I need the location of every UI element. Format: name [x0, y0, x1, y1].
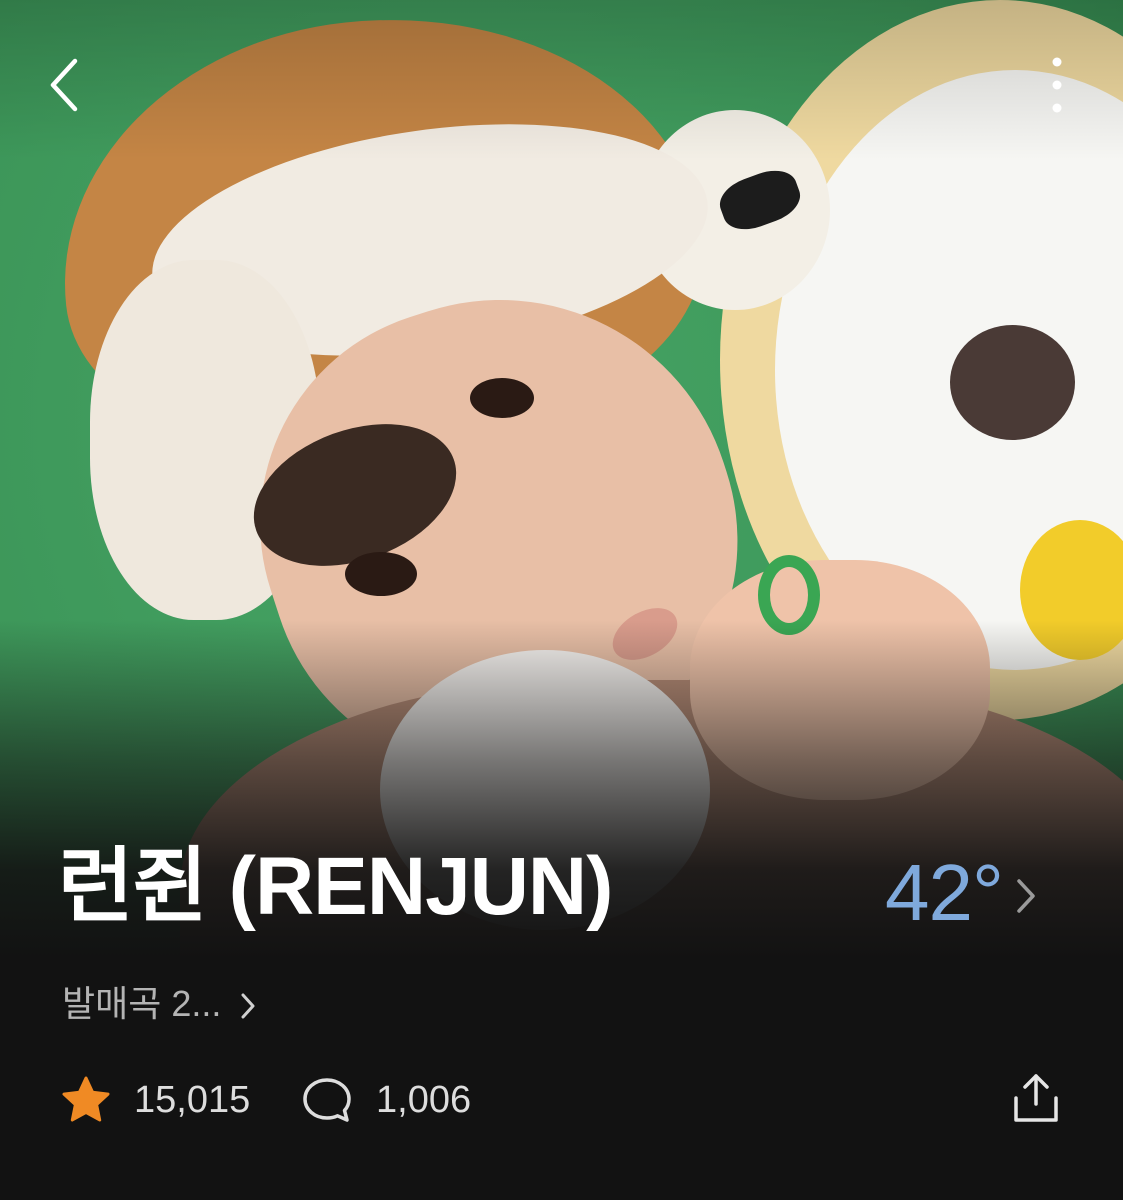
artist-header: 런쥔 (RENJUN) 42° 발매곡 2... 15,015 1,006 — [0, 0, 1123, 1200]
share-button[interactable] — [1000, 1062, 1072, 1134]
chevron-right-icon — [1017, 879, 1035, 913]
artist-name: 런쥔 (RENJUN) — [58, 841, 613, 932]
comment-bubble-icon — [303, 1078, 351, 1122]
comments-count: 1,006 — [376, 1079, 472, 1121]
chevron-left-icon — [50, 58, 78, 112]
temperature-value: 42° — [885, 848, 1004, 937]
more-options-button[interactable] — [1025, 50, 1089, 120]
released-songs-label: 발매곡 2... — [62, 983, 222, 1024]
back-button[interactable] — [30, 50, 100, 120]
likes-button[interactable]: 15,015 — [60, 1068, 250, 1132]
vertical-dots-icon — [1052, 57, 1062, 113]
star-icon — [62, 1076, 110, 1122]
chevron-right-icon — [241, 993, 255, 1019]
share-icon — [1014, 1074, 1058, 1122]
released-songs-link[interactable]: 발매곡 2... — [62, 976, 257, 1032]
temperature-link[interactable]: 42° — [885, 838, 1039, 948]
likes-count: 15,015 — [134, 1079, 251, 1121]
comments-button[interactable]: 1,006 — [300, 1068, 471, 1132]
